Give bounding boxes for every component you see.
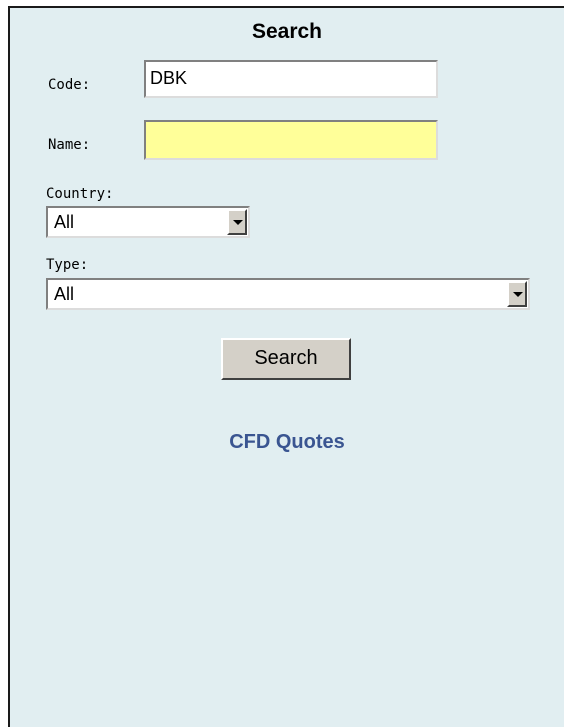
search-title: Search bbox=[251, 20, 323, 43]
country-label: Country: bbox=[46, 186, 114, 202]
name-label: Name: bbox=[48, 137, 91, 153]
country-select[interactable]: All bbox=[46, 206, 250, 238]
type-select[interactable]: All bbox=[46, 278, 530, 310]
name-input[interactable] bbox=[144, 120, 438, 160]
type-selected-value: All bbox=[54, 284, 75, 304]
code-label: Code: bbox=[48, 77, 91, 93]
search-button[interactable]: Search bbox=[221, 338, 351, 380]
chevron-down-icon[interactable] bbox=[227, 209, 247, 235]
cfd-quotes-link[interactable]: CFD Quotes bbox=[10, 431, 564, 454]
code-input[interactable]: DBK bbox=[144, 60, 438, 98]
country-selected-value: All bbox=[54, 212, 75, 232]
search-panel: Search Code: DBK Name: Country: All Type… bbox=[8, 6, 564, 727]
chevron-down-icon[interactable] bbox=[507, 281, 527, 307]
type-label: Type: bbox=[46, 257, 89, 273]
